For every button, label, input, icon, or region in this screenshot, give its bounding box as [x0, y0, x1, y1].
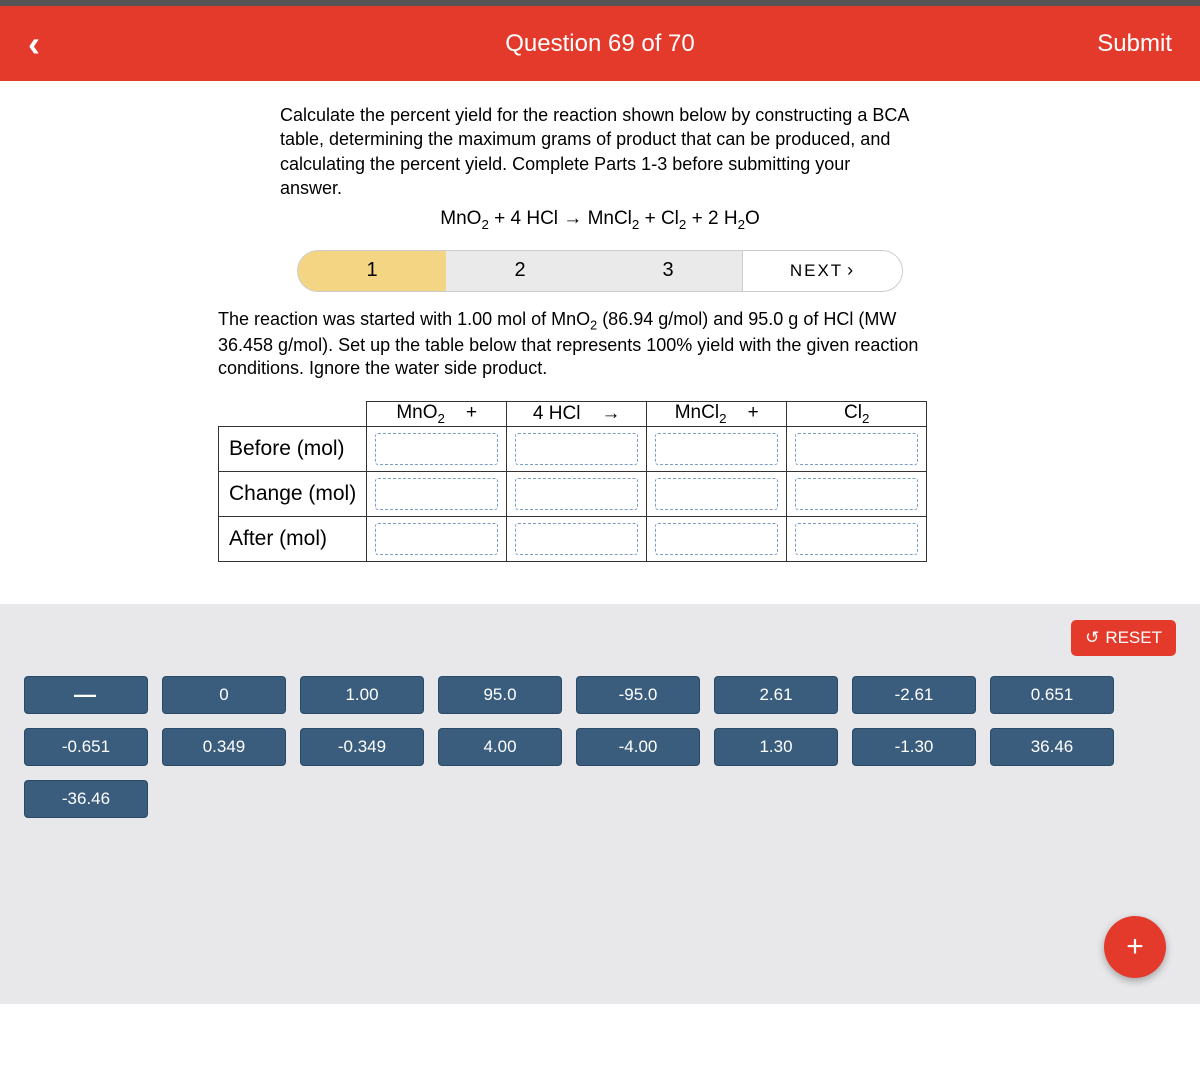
answer-tile[interactable]: -36.46: [24, 780, 148, 818]
drop-before-hcl[interactable]: [515, 433, 638, 465]
answer-tile[interactable]: —: [24, 676, 148, 714]
step-next[interactable]: NEXT›: [742, 251, 902, 291]
drop-before-cl2[interactable]: [795, 433, 918, 465]
drop-before-mncl2[interactable]: [655, 433, 778, 465]
reset-button[interactable]: ↺ RESET: [1071, 620, 1176, 656]
bca-table: MnO2 + 4 HCl → MnCl2 + Cl2 Before (mol) …: [218, 401, 927, 562]
step-instructions: The reaction was started with 1.00 mol o…: [218, 308, 938, 381]
reaction-equation: MnO2 + 4 HCl → MnCl2 + Cl2 + 2 H2O: [0, 208, 1200, 232]
row-before: Before (mol): [219, 426, 367, 471]
drop-change-cl2[interactable]: [795, 478, 918, 510]
answer-tile[interactable]: -2.61: [852, 676, 976, 714]
answer-tile[interactable]: 0: [162, 676, 286, 714]
undo-icon: ↺: [1085, 628, 1099, 648]
drop-before-mno2[interactable]: [375, 433, 498, 465]
answer-tile[interactable]: 95.0: [438, 676, 562, 714]
answer-tile[interactable]: -1.30: [852, 728, 976, 766]
app-header: ‹ Question 69 of 70 Submit: [0, 6, 1200, 81]
col-cl2: Cl2: [787, 401, 927, 426]
answer-bank: ↺ RESET — 0 1.00 95.0 -95.0 2.61 -2.61 0…: [0, 604, 1200, 1004]
answer-tile[interactable]: 0.651: [990, 676, 1114, 714]
answer-tile[interactable]: 1.30: [714, 728, 838, 766]
answer-tile[interactable]: 4.00: [438, 728, 562, 766]
add-fab[interactable]: +: [1104, 916, 1166, 978]
answer-tile[interactable]: 1.00: [300, 676, 424, 714]
back-button[interactable]: ‹: [28, 23, 50, 65]
drop-after-cl2[interactable]: [795, 523, 918, 555]
row-after: After (mol): [219, 516, 367, 561]
step-1[interactable]: 1: [298, 251, 446, 291]
step-2[interactable]: 2: [446, 251, 594, 291]
drop-after-mno2[interactable]: [375, 523, 498, 555]
answer-tile[interactable]: -4.00: [576, 728, 700, 766]
row-change: Change (mol): [219, 471, 367, 516]
submit-button[interactable]: Submit: [1097, 30, 1172, 58]
page-title: Question 69 of 70: [505, 30, 694, 58]
drop-after-hcl[interactable]: [515, 523, 638, 555]
answer-tile[interactable]: 0.349: [162, 728, 286, 766]
drop-change-mncl2[interactable]: [655, 478, 778, 510]
col-mncl2: MnCl2 +: [647, 401, 787, 426]
drop-change-hcl[interactable]: [515, 478, 638, 510]
col-mno2: MnO2 +: [367, 401, 507, 426]
answer-tile[interactable]: -0.651: [24, 728, 148, 766]
answer-tile[interactable]: 2.61: [714, 676, 838, 714]
chevron-right-icon: ›: [847, 260, 855, 281]
answer-tile[interactable]: -95.0: [576, 676, 700, 714]
col-hcl: 4 HCl →: [507, 401, 647, 426]
step-indicator: 1 2 3 NEXT›: [0, 250, 1200, 292]
question-prompt: Calculate the percent yield for the reac…: [280, 103, 910, 200]
answer-tile[interactable]: 36.46: [990, 728, 1114, 766]
drop-after-mncl2[interactable]: [655, 523, 778, 555]
answer-tile[interactable]: -0.349: [300, 728, 424, 766]
step-3[interactable]: 3: [594, 251, 742, 291]
tiles-container: — 0 1.00 95.0 -95.0 2.61 -2.61 0.651 -0.…: [24, 676, 1176, 818]
drop-change-mno2[interactable]: [375, 478, 498, 510]
